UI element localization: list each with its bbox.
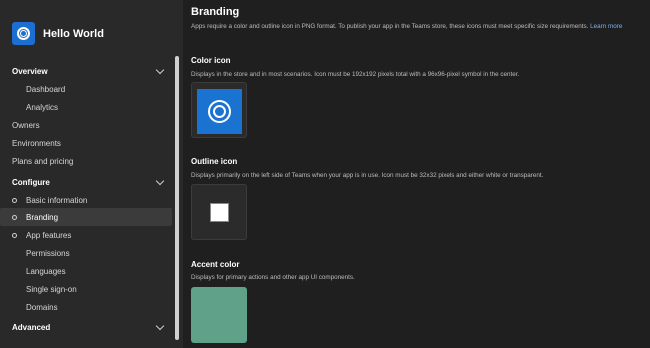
nav-section-label: Configure	[12, 177, 50, 187]
outline-icon-upload[interactable]	[191, 184, 247, 240]
app-title: Hello World	[43, 27, 104, 40]
nav-section-advanced[interactable]: Advanced	[0, 318, 172, 336]
sidebar-item-app-features[interactable]: App features	[0, 226, 172, 244]
status-circle-icon	[12, 214, 17, 220]
learn-more-link[interactable]: Learn more	[590, 23, 622, 30]
accent-color-swatch[interactable]	[191, 287, 247, 343]
sidebar-item-label: Branding	[26, 212, 59, 222]
sidebar: Hello World Overview Dashboard Analytics…	[0, 0, 183, 348]
color-icon-description: Displays in the store and in most scenar…	[191, 71, 520, 78]
sidebar-item-languages[interactable]: Languages	[0, 262, 172, 280]
outline-icon-preview	[210, 203, 229, 222]
sidebar-item-single-sign-on[interactable]: Single sign-on	[0, 280, 172, 298]
chevron-down-icon	[155, 65, 165, 75]
sidebar-item-analytics[interactable]: Analytics	[0, 98, 172, 116]
nav-section-label: Advanced	[12, 322, 51, 332]
sidebar-item-environments[interactable]: Environments	[0, 134, 172, 152]
sidebar-item-label: Dashboard	[26, 84, 66, 94]
color-icon-preview	[197, 89, 242, 134]
accent-color-description: Displays for primary actions and other a…	[191, 274, 355, 281]
chevron-down-icon	[155, 176, 165, 186]
sidebar-item-label: Domains	[26, 302, 58, 312]
status-circle-icon	[12, 232, 17, 238]
sidebar-item-permissions[interactable]: Permissions	[0, 244, 172, 262]
sidebar-item-label: Plans and pricing	[12, 156, 74, 166]
sidebar-item-branding[interactable]: Branding	[0, 208, 172, 226]
sidebar-item-label: Permissions	[26, 248, 70, 258]
sidebar-item-label: Single sign-on	[26, 284, 77, 294]
sidebar-item-dashboard[interactable]: Dashboard	[0, 80, 172, 98]
outline-icon-description: Displays primarily on the left side of T…	[191, 172, 544, 179]
sidebar-item-owners[interactable]: Owners	[0, 116, 172, 134]
sidebar-item-domains[interactable]: Domains	[0, 298, 172, 316]
sidebar-scrollbar[interactable]	[175, 56, 179, 340]
nav-section-configure[interactable]: Configure	[0, 173, 172, 191]
app-header: Hello World	[12, 22, 104, 45]
color-icon-title: Color icon	[191, 56, 231, 65]
nav-section-label: Overview	[12, 66, 48, 76]
chevron-down-icon	[155, 321, 165, 331]
sidebar-item-basic-information[interactable]: Basic information	[0, 191, 172, 209]
outline-icon-title: Outline icon	[191, 157, 238, 166]
page-title: Branding	[191, 6, 240, 18]
sidebar-item-label: Environments	[12, 138, 61, 148]
sidebar-item-label: App features	[26, 230, 72, 240]
nav-section-overview[interactable]: Overview	[0, 62, 172, 80]
sidebar-item-plans-and-pricing[interactable]: Plans and pricing	[0, 152, 172, 170]
app-logo-icon	[12, 22, 35, 45]
sidebar-item-label: Languages	[26, 266, 66, 276]
sidebar-item-label: Basic information	[26, 195, 88, 205]
main-content: Branding Apps require a color and outlin…	[191, 0, 650, 348]
color-icon-upload[interactable]	[191, 82, 247, 138]
status-circle-icon	[12, 197, 17, 203]
page-description: Apps require a color and outline icon in…	[191, 23, 622, 30]
sidebar-item-label: Analytics	[26, 102, 59, 112]
accent-color-title: Accent color	[191, 260, 240, 269]
page-description-text: Apps require a color and outline icon in…	[191, 23, 589, 30]
sidebar-item-label: Owners	[12, 120, 40, 130]
